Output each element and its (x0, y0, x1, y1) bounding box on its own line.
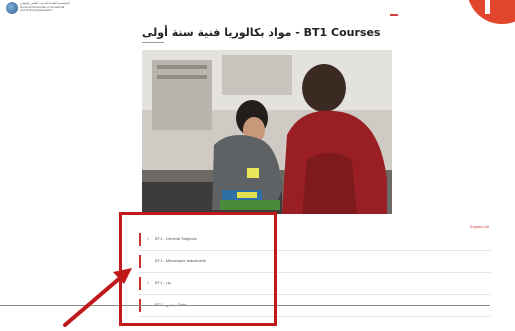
annotation-highlight-box (119, 212, 277, 326)
org-name[interactable]: المؤسسة العامة للتدريب التقني والمهني Ge… (20, 1, 80, 13)
top-bar: المؤسسة العامة للتدريب التقني والمهني Ge… (0, 0, 515, 16)
org-logo-icon[interactable] (6, 2, 18, 14)
title-underline (142, 42, 164, 43)
active-nav-indicator (390, 14, 398, 16)
page-title: مواد بكالوريا فنية سنة أولى - BT1 Course… (142, 26, 381, 39)
badge-mark-icon (485, 0, 490, 14)
workshop-photo (142, 50, 392, 214)
org-name-en-2: and Technical Education (20, 8, 53, 13)
course-hero-image (142, 50, 392, 214)
